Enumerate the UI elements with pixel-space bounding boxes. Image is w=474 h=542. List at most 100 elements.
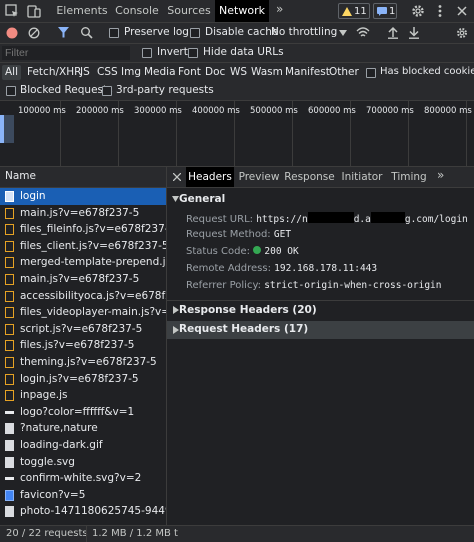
close-panel-icon[interactable] xyxy=(173,173,181,181)
warnings-badge[interactable]: 11 xyxy=(338,3,370,19)
tab-network[interactable]: Network xyxy=(215,0,269,22)
tab-sources[interactable]: Sources xyxy=(163,0,215,22)
type-font[interactable]: Font xyxy=(178,65,201,80)
device-toolbar-icon[interactable] xyxy=(26,3,42,19)
type-img[interactable]: Img xyxy=(121,65,141,80)
type-fetch-xhr[interactable]: Fetch/XHR xyxy=(27,65,81,80)
js-file-icon xyxy=(5,290,14,302)
network-toolbar: Preserve log Disable cache No throttling xyxy=(0,23,474,44)
invert-checkbox[interactable] xyxy=(142,48,152,58)
type-doc[interactable]: Doc xyxy=(205,65,225,80)
request-row[interactable]: theming.js?v=e678f237-5 xyxy=(0,354,166,371)
export-har-icon[interactable] xyxy=(408,26,420,39)
request-row[interactable]: accessibilityoca.js?v=e678f237-5 xyxy=(0,288,166,305)
request-row[interactable]: login.js?v=e678f237-5 xyxy=(0,371,166,388)
timeline-label: 100000 ms xyxy=(18,106,66,116)
request-row[interactable]: files_fileinfo.js?v=e678f237-5 xyxy=(0,221,166,238)
js-file-icon xyxy=(5,240,14,252)
request-name: files_client.js?v=e678f237-5 xyxy=(20,239,166,252)
more-tabs-icon[interactable]: » xyxy=(276,2,283,16)
blocked-requests-checkbox[interactable] xyxy=(6,86,16,96)
type-all[interactable]: All xyxy=(2,65,22,80)
more-options-icon[interactable] xyxy=(432,3,448,19)
tab-console[interactable]: Console xyxy=(111,0,163,22)
chevron-down-icon[interactable] xyxy=(339,30,347,36)
transferred-size: 1.2 MB / 1.2 MB t xyxy=(92,528,178,539)
network-settings-gear-icon[interactable] xyxy=(455,26,469,40)
type-css[interactable]: CSS xyxy=(97,65,118,80)
status-code-value[interactable]: 200 OK xyxy=(264,246,298,257)
tab-timing[interactable]: Timing xyxy=(389,167,429,187)
type-ws[interactable]: WS xyxy=(230,65,247,80)
request-headers-section[interactable]: Request Headers (17) xyxy=(167,321,474,339)
type-wasm[interactable]: Wasm xyxy=(251,65,283,80)
request-row[interactable]: script.js?v=e678f237-5 xyxy=(0,321,166,338)
request-row[interactable]: files_videoplayer-main.js?v=e67... xyxy=(0,304,166,321)
status-bar: 20 / 22 requests 1.2 MB / 1.2 MB t xyxy=(0,525,474,542)
request-row[interactable]: login xyxy=(0,188,166,205)
has-blocked-cookies-label: Has blocked cookies xyxy=(380,66,474,77)
request-row[interactable]: merged-template-prepend.js?v... xyxy=(0,254,166,271)
request-row[interactable]: main.js?v=e678f237-5 xyxy=(0,271,166,288)
remote-address-row: Remote Address: 192.168.178.11:443 xyxy=(186,263,377,274)
tab-initiator[interactable]: Initiator xyxy=(337,167,387,187)
throttling-select[interactable]: No throttling xyxy=(271,26,337,38)
doc-file-icon xyxy=(5,191,14,202)
request-row[interactable]: confirm-white.svg?v=2 xyxy=(0,470,166,487)
request-row[interactable]: inpage.js xyxy=(0,387,166,404)
tab-headers[interactable]: Headers xyxy=(186,167,234,187)
filter-icon[interactable] xyxy=(57,26,70,39)
referrer-policy-value[interactable]: strict-origin-when-cross-origin xyxy=(264,280,441,291)
has-blocked-cookies-checkbox[interactable] xyxy=(366,68,376,78)
request-method-value[interactable]: GET xyxy=(274,229,291,240)
inspect-element-icon[interactable] xyxy=(4,3,20,19)
js-file-icon xyxy=(5,224,14,236)
request-row[interactable]: photo-1471180625745-944903... xyxy=(0,503,166,520)
timeline-overview[interactable]: 100000 ms 200000 ms 300000 ms 400000 ms … xyxy=(0,101,474,167)
more-detail-tabs-icon[interactable]: » xyxy=(437,168,444,182)
request-row[interactable]: toggle.svg xyxy=(0,454,166,471)
message-icon xyxy=(377,7,387,16)
third-party-checkbox[interactable] xyxy=(102,86,112,96)
request-row[interactable]: files_client.js?v=e678f237-5 xyxy=(0,238,166,255)
tab-preview[interactable]: Preview xyxy=(236,167,282,187)
preserve-log-label: Preserve log xyxy=(124,26,189,38)
request-name: files_videoplayer-main.js?v=e67... xyxy=(20,306,166,319)
messages-badge[interactable]: 1 xyxy=(373,3,397,19)
import-har-icon[interactable] xyxy=(387,26,399,39)
close-devtools-icon[interactable] xyxy=(454,3,470,19)
response-headers-section[interactable]: Response Headers (20) xyxy=(167,304,474,318)
request-row[interactable]: logo?color=ffffff&v=1 xyxy=(0,404,166,421)
request-row[interactable]: main.js?v=e678f237-5 xyxy=(0,205,166,222)
request-row[interactable]: loading-dark.gif xyxy=(0,437,166,454)
filter-input[interactable] xyxy=(2,46,130,60)
type-media[interactable]: Media xyxy=(144,65,176,80)
type-manifest[interactable]: Manifest xyxy=(285,65,330,80)
js-file-icon xyxy=(5,323,14,335)
request-url-value[interactable]: https://n d.a g.com/login xyxy=(256,212,468,225)
search-icon[interactable] xyxy=(80,26,93,39)
type-js[interactable]: JS xyxy=(80,65,90,80)
general-title: General xyxy=(179,193,226,205)
tab-response[interactable]: Response xyxy=(284,167,335,187)
general-section-header[interactable]: General xyxy=(167,193,474,207)
request-row[interactable]: files.js?v=e678f237-5 xyxy=(0,337,166,354)
settings-gear-icon[interactable] xyxy=(410,3,426,19)
img-file-icon xyxy=(5,423,14,435)
request-row[interactable]: favicon?v=5 xyxy=(0,487,166,504)
preserve-log-checkbox[interactable] xyxy=(109,28,119,38)
name-column-header[interactable]: Name xyxy=(5,170,36,182)
remote-address-label: Remote Address: xyxy=(186,263,271,274)
hide-data-urls-checkbox[interactable] xyxy=(188,48,198,58)
record-icon[interactable] xyxy=(6,27,18,39)
request-row[interactable]: ?nature,nature xyxy=(0,420,166,437)
timeline-selection xyxy=(4,115,14,143)
network-conditions-icon[interactable] xyxy=(356,26,370,39)
disable-cache-checkbox[interactable] xyxy=(190,28,200,38)
remote-address-value[interactable]: 192.168.178.11:443 xyxy=(274,263,377,274)
list-header[interactable]: Name xyxy=(0,167,167,188)
request-name: toggle.svg xyxy=(20,455,75,468)
type-other[interactable]: Other xyxy=(329,65,359,80)
tab-elements[interactable]: Elements xyxy=(53,0,111,22)
clear-icon[interactable] xyxy=(28,27,40,39)
